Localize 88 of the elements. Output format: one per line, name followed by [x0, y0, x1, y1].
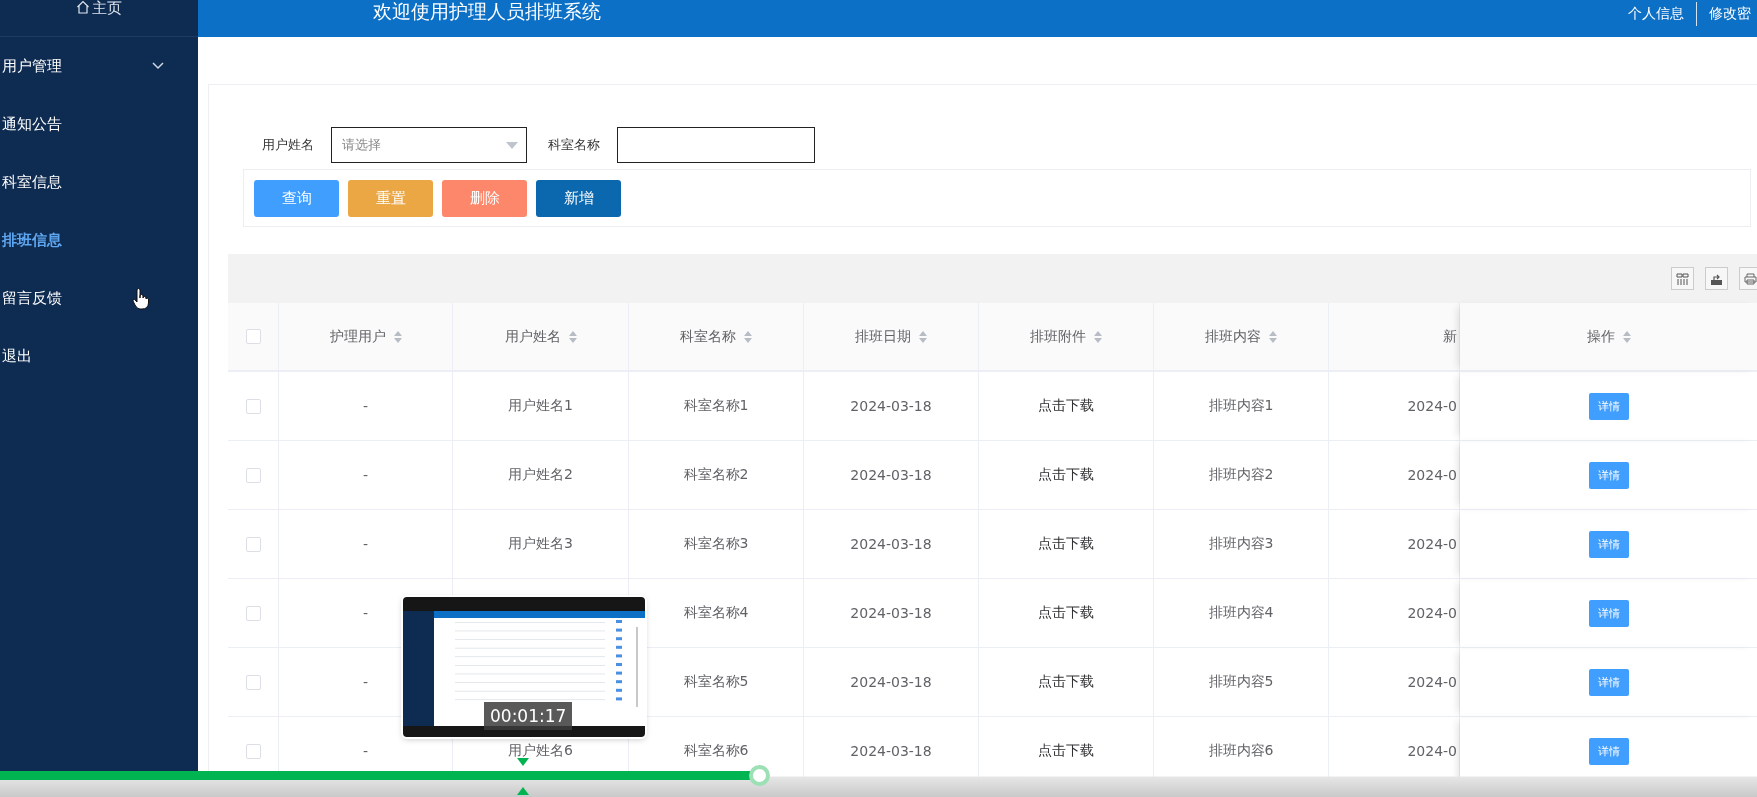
table-cell: 用户姓名1 — [508, 397, 573, 415]
column-header: 排班附件 — [1030, 327, 1086, 346]
table-cell: - — [362, 605, 369, 621]
export-icon[interactable] — [1705, 267, 1728, 290]
download-link[interactable]: 点击下载 — [1038, 673, 1094, 691]
table-cell: 2024-0 — [1407, 743, 1457, 759]
download-link[interactable]: 点击下载 — [1038, 604, 1094, 622]
caret-icon — [506, 141, 518, 149]
checkbox[interactable] — [245, 398, 261, 414]
table-cell: 2024-0 — [1407, 398, 1457, 414]
header-link[interactable]: 修改密 — [1697, 5, 1757, 23]
table-cell: 科室名称4 — [683, 604, 749, 622]
column-header: 新 — [1443, 327, 1457, 346]
table-cell: 排班内容1 — [1208, 397, 1274, 415]
column-header: 操作 — [1587, 327, 1615, 346]
column-header: 护理用户 — [329, 327, 386, 346]
table-cell: 排班内容2 — [1208, 466, 1274, 484]
table-cell: 科室名称5 — [683, 673, 749, 691]
seek-handle[interactable] — [749, 765, 770, 786]
column-header: 排班内容 — [1205, 327, 1261, 346]
sort-icon[interactable] — [919, 330, 927, 343]
sort-icon[interactable] — [568, 330, 577, 343]
table-cell: 2024-03-18 — [850, 605, 932, 621]
download-link[interactable]: 点击下载 — [1038, 535, 1094, 553]
input-field[interactable] — [617, 127, 815, 163]
sidebar-item[interactable]: 留言反馈 — [0, 269, 198, 327]
sort-icon[interactable] — [1623, 330, 1631, 343]
sidebar-item[interactable]: 排班信息 — [0, 211, 198, 269]
print-icon[interactable] — [1739, 267, 1757, 290]
table-cell: - — [362, 743, 369, 759]
column-header: 用户姓名 — [504, 327, 561, 346]
table-cell: 2024-0 — [1407, 467, 1457, 483]
table-cell: 2024-03-18 — [850, 674, 932, 690]
sidebar-item[interactable]: 退出 — [0, 327, 198, 385]
house-icon — [76, 0, 90, 14]
table-cell: 科室名称3 — [683, 535, 749, 553]
sort-icon[interactable] — [1094, 330, 1102, 343]
home-link[interactable]: 主页 — [92, 0, 122, 16]
sidebar-item[interactable]: 用户管理 — [0, 37, 198, 95]
columns-icon[interactable] — [1671, 267, 1694, 290]
checkbox[interactable] — [245, 743, 261, 759]
action-button[interactable]: 新增 — [536, 179, 621, 217]
checkbox[interactable] — [245, 536, 261, 552]
column-header: 科室名称 — [680, 327, 736, 346]
table-cell: 排班内容5 — [1208, 673, 1274, 691]
sidebar-item[interactable]: 通知公告 — [0, 95, 198, 153]
table-cell: 2024-03-18 — [850, 743, 932, 759]
table-cell: 排班内容4 — [1208, 604, 1274, 622]
field-label: 用户姓名 — [262, 136, 314, 154]
sort-icon[interactable] — [744, 330, 752, 343]
table-cell: - — [362, 674, 369, 690]
table-cell: 用户姓名6 — [508, 742, 573, 760]
preview-time: 00:01:17 — [484, 702, 573, 730]
field-label: 科室名称 — [548, 136, 600, 154]
table-cell: 排班内容6 — [1208, 742, 1274, 760]
hand-cursor-icon — [132, 288, 149, 310]
checkbox[interactable] — [245, 329, 261, 344]
checkbox[interactable] — [245, 467, 261, 483]
download-link[interactable]: 点击下载 — [1038, 466, 1094, 484]
sort-icon[interactable] — [1269, 330, 1277, 343]
select-field[interactable]: 请选择 — [331, 127, 527, 163]
table-cell: 用户姓名3 — [508, 535, 573, 553]
table-cell: 用户姓名2 — [508, 466, 573, 484]
table-cell: 2024-03-18 — [850, 398, 932, 414]
table-cell: - — [362, 467, 369, 483]
table-cell: 科室名称1 — [683, 397, 749, 415]
page-title: 欢迎使用护理人员排班系统 — [373, 0, 601, 22]
table-cell: - — [362, 536, 369, 552]
checkbox[interactable] — [245, 674, 261, 690]
table-cell: 2024-0 — [1407, 605, 1457, 621]
table-cell: 2024-03-18 — [850, 467, 932, 483]
table-cell: 科室名称6 — [683, 742, 749, 760]
table-cell: 排班内容3 — [1208, 535, 1274, 553]
table-cell: 2024-03-18 — [850, 536, 932, 552]
marker-icon — [517, 758, 529, 766]
header-link[interactable]: 个人信息 — [1616, 5, 1696, 23]
table-cell: 科室名称2 — [683, 466, 749, 484]
column-header: 排班日期 — [855, 327, 911, 346]
sort-icon[interactable] — [393, 330, 402, 343]
chevron-icon — [152, 62, 164, 70]
sidebar-item[interactable]: 科室信息 — [0, 153, 198, 211]
checkbox[interactable] — [245, 605, 261, 621]
download-link[interactable]: 点击下载 — [1038, 397, 1094, 415]
table-cell: - — [362, 398, 369, 414]
marker-icon — [517, 787, 529, 795]
download-link[interactable]: 点击下载 — [1038, 742, 1094, 760]
table-cell: 2024-0 — [1407, 674, 1457, 690]
table-cell: 2024-0 — [1407, 536, 1457, 552]
